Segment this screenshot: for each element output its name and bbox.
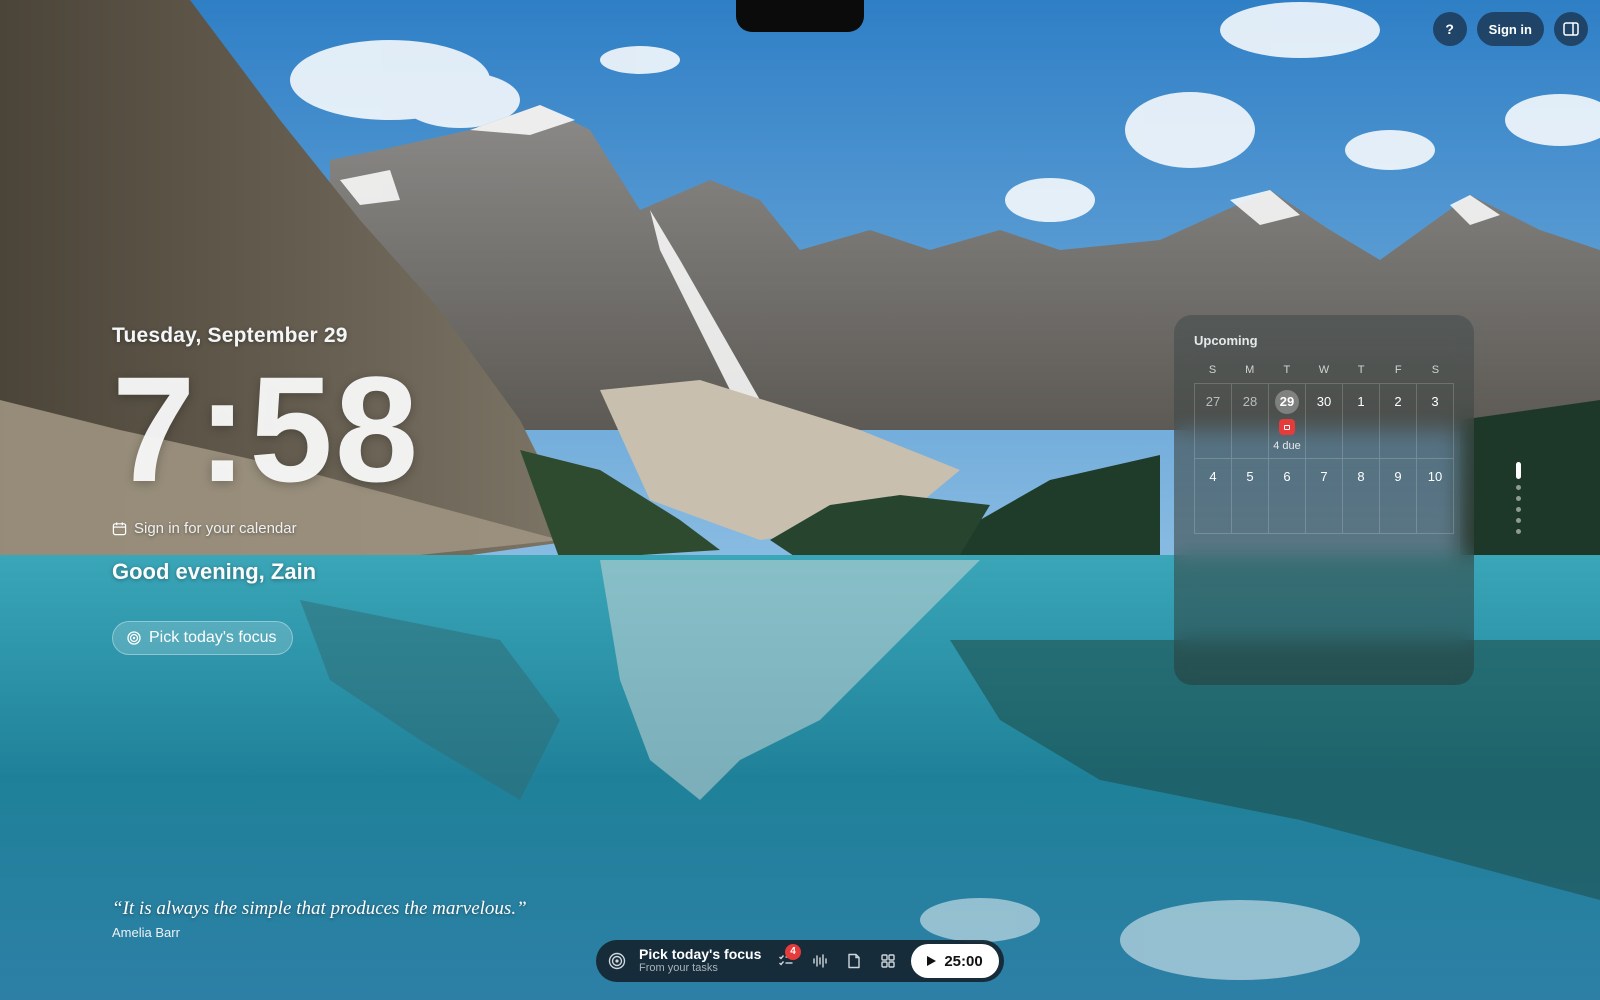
day-number: 9: [1394, 469, 1402, 484]
pick-focus-label: Pick today's focus: [149, 629, 277, 646]
daily-quote: “It is always the simple that produces t…: [112, 898, 527, 940]
page-dot-active[interactable]: [1516, 462, 1521, 479]
calendar-day-today[interactable]: 29 4 due: [1269, 384, 1306, 459]
day-number: 10: [1427, 469, 1443, 484]
day-number: 3: [1431, 394, 1439, 409]
day-number: 5: [1246, 469, 1254, 484]
page-dot[interactable]: [1516, 507, 1521, 512]
page-indicator: [1516, 462, 1521, 534]
weekday-label: F: [1394, 364, 1402, 376]
calendar-day[interactable]: 4: [1195, 459, 1232, 534]
calendar-day[interactable]: 5: [1232, 459, 1269, 534]
play-icon: [927, 956, 937, 966]
calendar-sign-in-label: Sign in for your calendar: [134, 520, 297, 537]
day-number: 7: [1320, 469, 1328, 484]
dock-focus-text[interactable]: Pick today's focus From your tasks: [639, 946, 769, 975]
top-controls: ? Sign in: [1432, 12, 1588, 46]
calendar-sign-in-link[interactable]: Sign in for your calendar: [112, 520, 532, 537]
calendar-day[interactable]: 9: [1380, 459, 1417, 534]
day-number: 8: [1357, 469, 1365, 484]
help-button[interactable]: ?: [1432, 12, 1467, 46]
page-dot[interactable]: [1516, 518, 1521, 523]
page-dot[interactable]: [1516, 529, 1521, 534]
calendar-day[interactable]: 10: [1417, 459, 1454, 534]
focus-timer-button[interactable]: 25:00: [911, 944, 999, 978]
day-number: 1: [1357, 394, 1365, 409]
grid-icon: [881, 954, 895, 968]
day-number: 28: [1242, 394, 1258, 409]
sidebar-icon: [1563, 22, 1579, 36]
weekday-label: S: [1431, 364, 1440, 376]
calendar-title: Upcoming: [1194, 333, 1258, 348]
tasks-due-icon: [1279, 419, 1295, 435]
bottom-dock: Pick today's focus From your tasks 4 25:…: [596, 940, 1004, 982]
tasks-button[interactable]: 4: [769, 944, 803, 976]
quote-text: “It is always the simple that produces t…: [112, 898, 527, 919]
greeting: Good evening, Zain: [112, 559, 317, 584]
calendar-icon: [112, 522, 127, 536]
weekday-label: S: [1208, 364, 1217, 376]
calendar-day[interactable]: 28: [1232, 384, 1269, 459]
weekday-label: T: [1357, 364, 1365, 376]
calendar-day[interactable]: 8: [1343, 459, 1380, 534]
pick-focus-button[interactable]: Pick today's focus: [112, 621, 293, 655]
clock-panel: Tuesday, September 29 7:58 Sign in for y…: [112, 324, 532, 655]
calendar-day[interactable]: 7: [1306, 459, 1343, 534]
audio-waveform-icon: [813, 954, 827, 968]
calendar-day[interactable]: 27: [1195, 384, 1232, 459]
sign-in-button[interactable]: Sign in: [1476, 12, 1544, 46]
timer-label: 25:00: [944, 952, 983, 970]
calendar-day[interactable]: 30: [1306, 384, 1343, 459]
focus-target-button[interactable]: [606, 950, 628, 972]
sidebar-toggle-button[interactable]: [1554, 12, 1588, 46]
day-number: 27: [1205, 394, 1221, 409]
day-number: 29: [1275, 390, 1299, 414]
calendar-day[interactable]: 3: [1417, 384, 1454, 459]
weekday-label: T: [1283, 364, 1291, 376]
day-number: 30: [1316, 394, 1332, 409]
target-icon: [608, 952, 626, 970]
weekday-label: W: [1318, 364, 1330, 376]
day-number: 6: [1283, 469, 1291, 484]
quote-author: Amelia Barr: [112, 925, 180, 940]
camera-notch: [736, 0, 864, 32]
page-dot[interactable]: [1516, 496, 1521, 501]
note-icon: [848, 953, 860, 969]
tasks-count-badge: 4: [785, 944, 801, 960]
day-number: 4: [1209, 469, 1217, 484]
upcoming-calendar-widget: Upcoming S M T W T F S 27 28 29 4 due 30…: [1174, 315, 1474, 685]
weekday-label: M: [1245, 364, 1255, 376]
notes-button[interactable]: [837, 946, 871, 976]
calendar-day[interactable]: 6: [1269, 459, 1306, 534]
clock-time: 7:58: [112, 345, 421, 513]
apps-button[interactable]: [871, 946, 905, 976]
due-count: 4 due: [1273, 440, 1301, 452]
target-icon: [127, 631, 141, 645]
dock-focus-subtitle: From your tasks: [639, 962, 718, 975]
dock-focus-title: Pick today's focus: [639, 946, 762, 963]
soundscape-button[interactable]: [803, 946, 837, 976]
calendar-day[interactable]: 2: [1380, 384, 1417, 459]
calendar-day[interactable]: 1: [1343, 384, 1380, 459]
calendar-grid: 27 28 29 4 due 30 1 2 3 4 5 6 7 8 9 10: [1194, 383, 1454, 534]
day-number: 2: [1394, 394, 1402, 409]
calendar-weekday-row: S M T W T F S: [1194, 364, 1454, 376]
page-dot[interactable]: [1516, 485, 1521, 490]
